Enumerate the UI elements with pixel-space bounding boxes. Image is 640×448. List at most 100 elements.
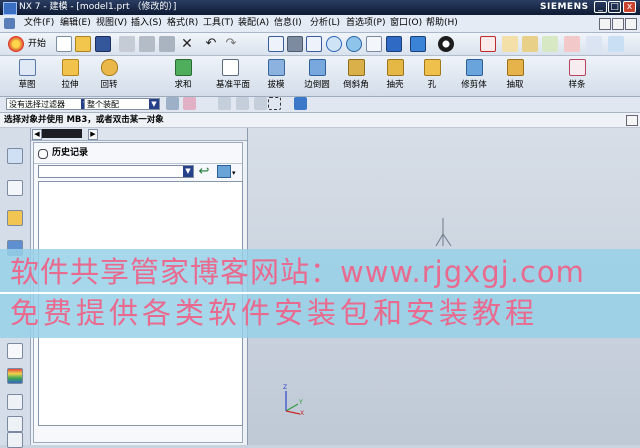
- back-arrow-icon[interactable]: ↩: [197, 165, 211, 178]
- undo-icon[interactable]: ↶: [203, 36, 219, 52]
- type-filter-select[interactable]: 没有选择过滤器 ▼: [6, 98, 92, 110]
- datum-plane-label: 基准平面: [215, 80, 250, 90]
- sketch-button[interactable]: 草图: [7, 58, 47, 94]
- hole-icon: [424, 59, 441, 76]
- nx-app-icon[interactable]: [3, 2, 17, 15]
- menu-window[interactable]: 窗口(O): [390, 17, 422, 30]
- edge-blend-icon: [309, 59, 326, 76]
- revolve-button[interactable]: 回转: [89, 58, 129, 94]
- snap-end-icon[interactable]: [502, 36, 518, 52]
- scroll-left-button[interactable]: ◀: [32, 129, 42, 140]
- select-bodies-icon[interactable]: [236, 97, 249, 110]
- selection-scope-select[interactable]: 整个装配 ▼: [84, 98, 160, 110]
- fit-view-icon[interactable]: [268, 36, 284, 52]
- copy-icon[interactable]: [139, 36, 155, 52]
- doc-restore-button[interactable]: [612, 18, 624, 30]
- prompt-menu-button[interactable]: [626, 115, 638, 126]
- perspective-icon[interactable]: [386, 36, 402, 52]
- menu-preferences[interactable]: 首选项(P): [346, 17, 385, 30]
- magnify-icon[interactable]: [326, 36, 342, 52]
- cut-icon[interactable]: [119, 36, 135, 52]
- extract-button[interactable]: 抽取: [495, 58, 535, 94]
- start-button-label[interactable]: 开始: [28, 38, 46, 50]
- menu-assemblies[interactable]: 装配(A): [238, 17, 269, 30]
- history-filter-select[interactable]: ▼: [38, 165, 194, 178]
- triad-y-label: Y: [299, 399, 303, 406]
- chamfer-button[interactable]: 倒斜角: [336, 58, 376, 94]
- render-style-icon[interactable]: [438, 36, 454, 52]
- assembly-navigator-icon[interactable]: [7, 148, 23, 164]
- hole-label: 孔: [427, 80, 437, 90]
- menu-edit[interactable]: 编辑(E): [60, 17, 91, 30]
- start-icon[interactable]: [8, 36, 24, 52]
- menu-bar: 文件(F) 编辑(E) 视图(V) 插入(S) 格式(R) 工具(T) 装配(A…: [0, 15, 640, 33]
- restore-button[interactable]: □: [608, 1, 621, 13]
- scroll-right-button[interactable]: ▶: [88, 129, 98, 140]
- zoom-icon[interactable]: [306, 36, 322, 52]
- sketch-label: 草图: [18, 80, 36, 90]
- delete-icon[interactable]: ✕: [179, 36, 195, 52]
- snap-quadrant-icon[interactable]: [608, 36, 624, 52]
- extrude-button[interactable]: 拉伸: [50, 58, 90, 94]
- chamfer-icon: [348, 59, 365, 76]
- panel-scroll-thumb[interactable]: [42, 129, 82, 138]
- redo-icon[interactable]: ↷: [223, 36, 239, 52]
- system-materials-icon[interactable]: [7, 368, 23, 384]
- menu-app-icon[interactable]: [4, 18, 15, 29]
- history-icon[interactable]: [7, 343, 23, 359]
- orient-view-icon[interactable]: [410, 36, 426, 52]
- menu-help[interactable]: 帮助(H): [426, 17, 458, 30]
- draft-label: 拔模: [267, 80, 285, 90]
- rectangle-select-icon[interactable]: [268, 97, 281, 110]
- close-button[interactable]: x: [623, 1, 636, 13]
- pan-icon[interactable]: [366, 36, 382, 52]
- menu-analysis[interactable]: 分析(L): [310, 17, 340, 30]
- select-features-icon[interactable]: [218, 97, 231, 110]
- view-select-icon[interactable]: [294, 97, 307, 110]
- snap-control-icon[interactable]: [542, 36, 558, 52]
- open-folder-icon[interactable]: [75, 36, 91, 52]
- history-header: 历史记录: [52, 148, 89, 158]
- hole-button[interactable]: 孔: [412, 58, 452, 94]
- menu-insert[interactable]: 插入(S): [131, 17, 162, 30]
- trim-body-icon: [466, 59, 483, 76]
- doc-close-button[interactable]: [625, 18, 637, 30]
- rotate-icon[interactable]: [346, 36, 362, 52]
- selection-intent-icon[interactable]: [183, 97, 196, 110]
- shell-icon: [387, 59, 404, 76]
- view-options-chevron-icon[interactable]: ▾: [232, 169, 236, 177]
- unite-button[interactable]: 求和: [163, 58, 203, 94]
- save-icon[interactable]: [95, 36, 111, 52]
- edge-blend-button[interactable]: 边倒圆: [297, 58, 337, 94]
- new-file-icon[interactable]: [56, 36, 72, 52]
- spline-button[interactable]: 样条: [557, 58, 597, 94]
- zoom-window-icon[interactable]: [287, 36, 303, 52]
- constraint-navigator-icon[interactable]: [7, 180, 23, 196]
- panel-scroll-row: ◀ ▶: [31, 128, 247, 141]
- snap-intersect-icon[interactable]: [564, 36, 580, 52]
- menu-view[interactable]: 视图(V): [96, 17, 127, 30]
- web-browser-icon[interactable]: [7, 394, 23, 410]
- snap-mid-icon[interactable]: [522, 36, 538, 52]
- part-navigator-icon[interactable]: [7, 210, 23, 226]
- point-snap-icon[interactable]: [480, 36, 496, 52]
- trim-body-button[interactable]: 修剪体: [454, 58, 494, 94]
- menu-file[interactable]: 文件(F): [24, 17, 54, 30]
- paste-icon[interactable]: [159, 36, 175, 52]
- title-bar: NX 7 - 建模 - [model1.prt （修改的）] SIEMENS _…: [0, 0, 640, 15]
- draft-button[interactable]: 拔模: [256, 58, 296, 94]
- snap-center-icon[interactable]: [586, 36, 602, 52]
- menu-information[interactable]: 信息(I): [274, 17, 302, 30]
- select-faces-icon[interactable]: [254, 97, 267, 110]
- filter-reset-icon[interactable]: [166, 97, 179, 110]
- minimize-button[interactable]: _: [594, 1, 607, 13]
- shell-button[interactable]: 抽壳: [375, 58, 415, 94]
- doc-minimize-button[interactable]: [599, 18, 611, 30]
- image-view-icon[interactable]: [217, 165, 231, 178]
- datum-plane-button[interactable]: 基准平面: [210, 58, 256, 94]
- menu-tools[interactable]: 工具(T): [203, 17, 234, 30]
- more-resources-icon[interactable]: [7, 432, 23, 448]
- menu-format[interactable]: 格式(R): [167, 17, 198, 30]
- pin-icon[interactable]: [38, 149, 48, 159]
- roles-icon[interactable]: [7, 416, 23, 432]
